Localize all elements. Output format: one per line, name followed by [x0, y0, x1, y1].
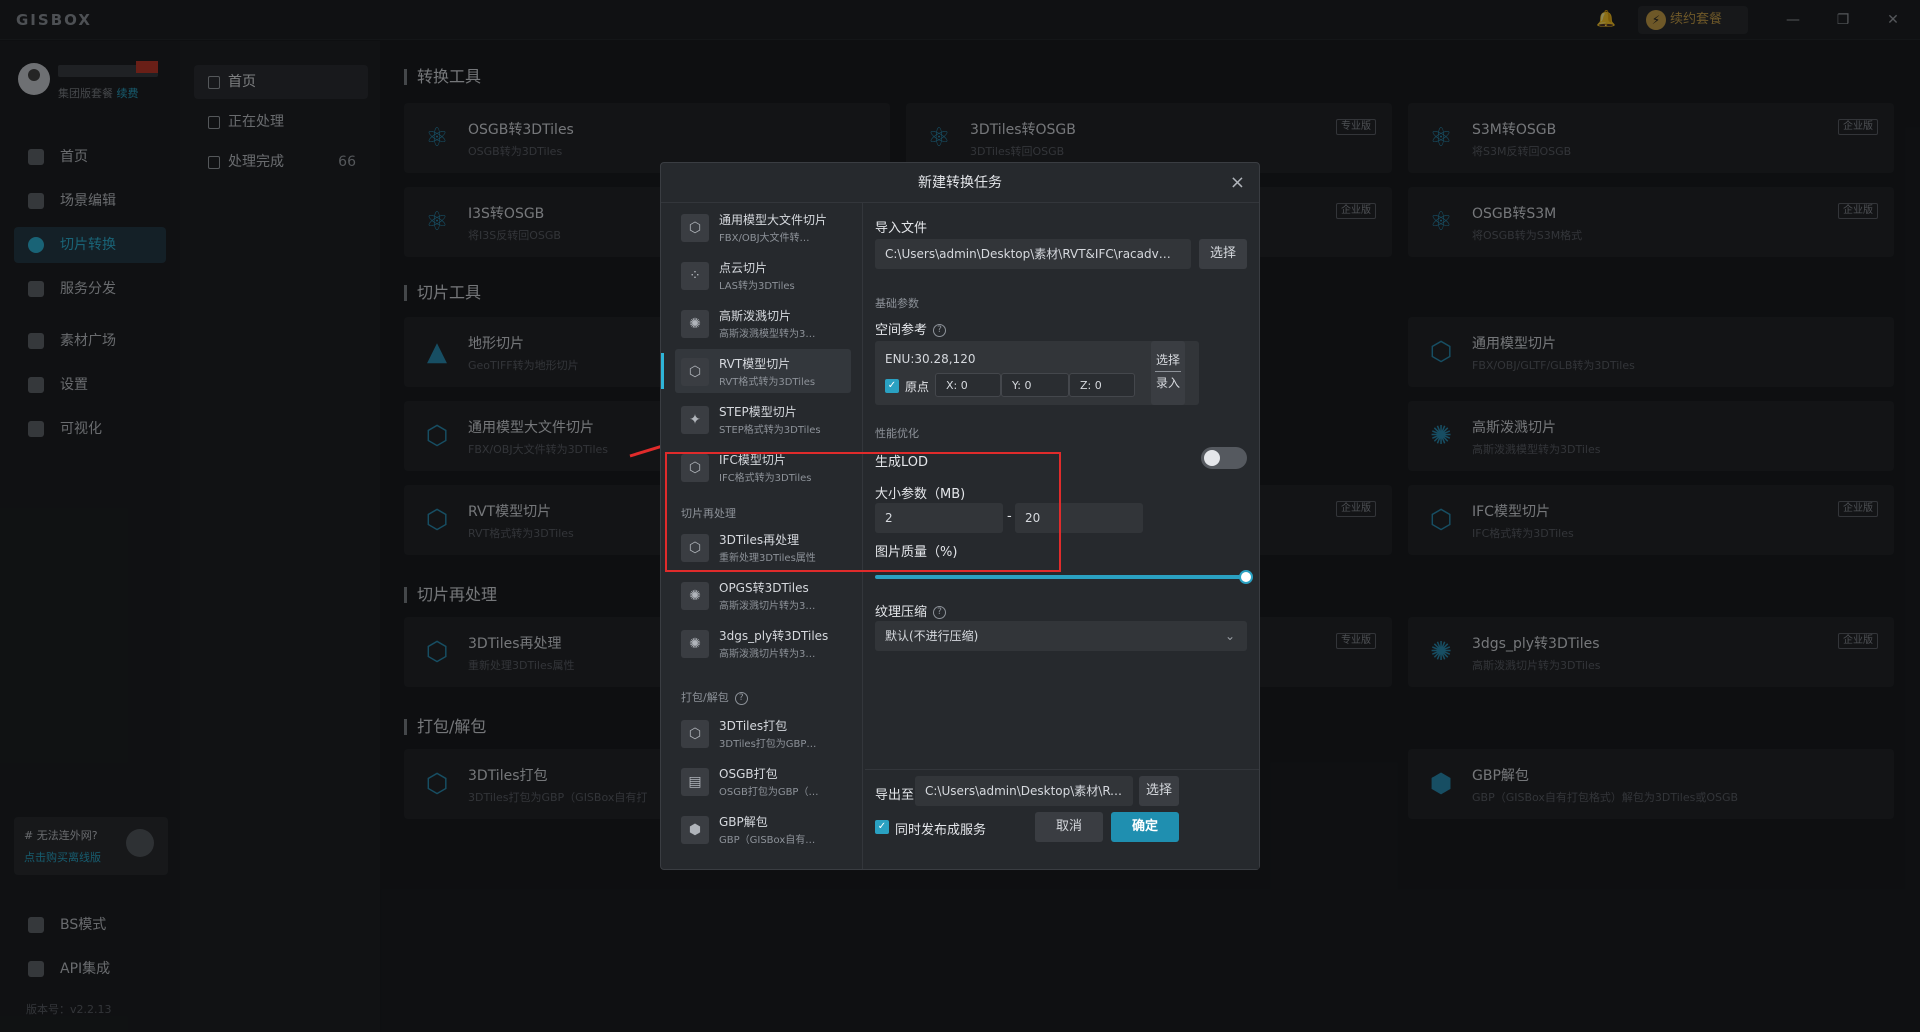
export-select-button[interactable]: 选择 — [1139, 776, 1179, 806]
dialog-title: 新建转换任务 — [918, 175, 1002, 191]
y-field[interactable]: Y: 0 — [1001, 373, 1069, 397]
export-label: 导出至 — [875, 788, 915, 803]
slider-handle[interactable] — [1239, 570, 1253, 584]
cube-icon: ⬡ — [681, 358, 709, 386]
publish-checkbox[interactable]: ✓ — [875, 820, 889, 834]
task-gbp-unpack[interactable]: ⬢ GBP解包 GBP（GISBox自有… — [675, 807, 851, 851]
origin-checkbox[interactable]: ✓ — [885, 379, 899, 393]
task-gaussian[interactable]: ✺ 高斯泼溅切片 高斯泼溅模型转为3… — [675, 301, 851, 345]
z-field[interactable]: Z: 0 — [1069, 373, 1135, 397]
export-path-input[interactable]: C:\Users\admin\Desktop\素材\RVT&IFC… — [915, 776, 1133, 806]
gaussian-icon: ✺ — [681, 310, 709, 338]
import-label: 导入文件 — [875, 221, 928, 236]
cube-icon: ⬡ — [681, 214, 709, 242]
origin-label: 原点 — [905, 380, 930, 394]
enu-value: ENU:30.28,120 — [885, 352, 976, 366]
help-icon[interactable]: ? — [734, 691, 748, 705]
group-pack: 打包/解包? — [681, 689, 748, 705]
confirm-button[interactable]: 确定 — [1111, 812, 1179, 842]
select-input-button[interactable]: 选择 录入 — [1151, 341, 1185, 405]
task-3dgs-ply[interactable]: ✺ 3dgs_ply转3DTiles 高斯泼溅切片转为3… — [675, 621, 851, 665]
package-icon: ▤ — [681, 768, 709, 796]
task-large-model[interactable]: ⬡ 通用模型大文件切片 FBX/OBJ大文件转… — [675, 205, 851, 249]
perf-opt-label: 性能优化 — [875, 427, 919, 440]
dialog-footer: 导出至 C:\Users\admin\Desktop\素材\RVT&IFC… 选… — [865, 769, 1259, 869]
texture-label: 纹理压缩? — [875, 601, 947, 620]
task-step[interactable]: ✦ STEP模型切片 STEP格式转为3DTiles — [675, 397, 851, 441]
chevron-down-icon: ⌄ — [1224, 629, 1235, 643]
package-icon: ⬢ — [681, 816, 709, 844]
basic-params-label: 基础参数 — [875, 297, 919, 310]
dialog-header: 新建转换任务 × — [661, 163, 1259, 203]
task-rvt[interactable]: ⬡ RVT模型切片 RVT格式转为3DTiles — [661, 349, 851, 393]
cube-icon: ⬡ — [681, 720, 709, 748]
new-task-dialog: 新建转换任务 × ⬡ 通用模型大文件切片 FBX/OBJ大文件转… ⁘ 点云切片 LAS… — [660, 162, 1260, 870]
quality-slider[interactable] — [875, 570, 1253, 584]
publish-label: 同时发布成服务 — [895, 823, 987, 838]
close-icon[interactable]: × — [1230, 163, 1245, 203]
task-opgs[interactable]: ✺ OPGS转3DTiles 高斯泼溅切片转为3… — [675, 573, 851, 617]
help-icon[interactable]: ? — [933, 606, 947, 619]
highlight-box — [665, 452, 1061, 572]
cancel-button[interactable]: 取消 — [1035, 812, 1103, 842]
x-field[interactable]: X: 0 — [935, 373, 1001, 397]
help-icon[interactable]: ? — [933, 324, 947, 337]
gaussian-icon: ✺ — [681, 630, 709, 658]
step-icon: ✦ — [681, 406, 709, 434]
task-point-cloud[interactable]: ⁘ 点云切片 LAS转为3DTiles — [675, 253, 851, 297]
import-select-button[interactable]: 选择 — [1199, 239, 1247, 269]
point-cloud-icon: ⁘ — [681, 262, 709, 290]
texture-select[interactable]: 默认(不进行压缩) ⌄ — [875, 621, 1247, 651]
task-osgb-pack[interactable]: ▤ OSGB打包 OSGB打包为GBP（… — [675, 759, 851, 803]
import-path-input[interactable]: C:\Users\admin\Desktop\素材\RVT&IFC\racadv… — [875, 239, 1191, 269]
gaussian-icon: ✺ — [681, 582, 709, 610]
task-3dtiles-pack[interactable]: ⬡ 3DTiles打包 3DTiles打包为GBP… — [675, 711, 851, 755]
spatial-ref-label: 空间参考? — [875, 319, 947, 338]
lod-toggle[interactable] — [1201, 447, 1247, 469]
